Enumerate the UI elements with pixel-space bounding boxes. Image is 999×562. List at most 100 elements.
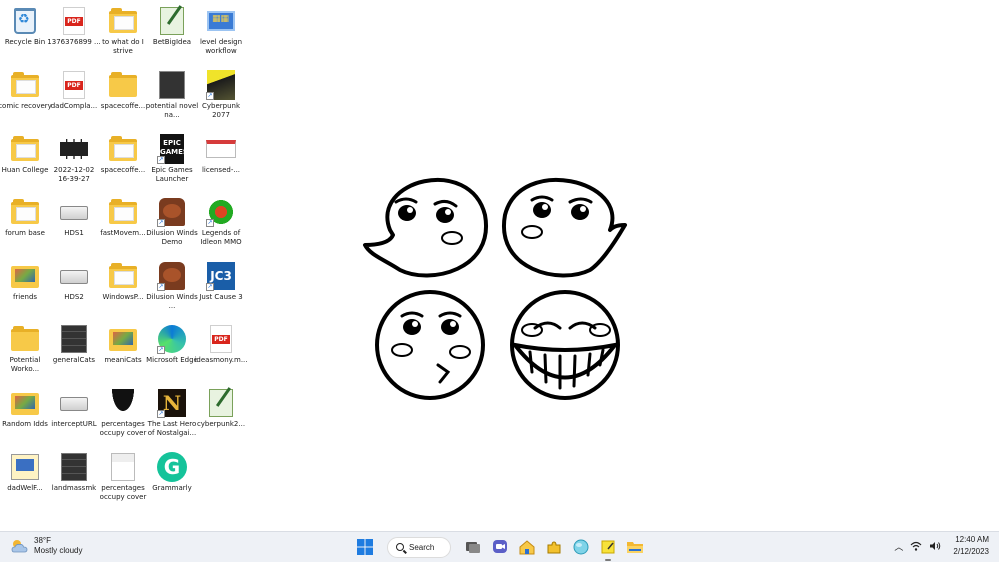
desktop-icon-meanicats[interactable]: meaniCats (98, 322, 148, 384)
desktop-icon-landmassmk[interactable]: landmassmk (49, 450, 99, 512)
desktop-icon-label: Microsoft Edge (146, 356, 198, 364)
folder-icon (109, 8, 137, 33)
desktop-icon-label: The Last Hero of Nostalgai... (147, 420, 197, 437)
desktop[interactable]: Recycle Bin comic recovery Huan College … (0, 0, 999, 531)
desktop-icon-dilusion-winds-demo[interactable]: ↗ Dilusion Winds Demo (146, 195, 198, 257)
desktop-icon-label: cyberpunk2... (196, 420, 246, 428)
desktop-icon-label: Grammarly (152, 484, 192, 492)
desktop-icon-comic-recovery[interactable]: comic recovery (0, 68, 52, 130)
desktop-icon-huan-college[interactable]: Huan College (0, 132, 50, 194)
desktop-icon-ideasmony[interactable]: ideasmony.m... (194, 322, 248, 384)
shortcut-arrow-icon: ↗ (206, 219, 214, 227)
cartoon-faces-image (363, 177, 627, 400)
desktop-icon-hds1[interactable]: HDS1 (49, 195, 99, 257)
windows-logo-icon (357, 539, 373, 555)
desktop-icon-potential-novel[interactable]: potential novel na... (145, 68, 199, 130)
desktop-icon-cyberpunk2[interactable]: cyberpunk2... (196, 386, 246, 448)
desktop-icon-label: dadWelF... (7, 484, 43, 492)
notepad-icon (209, 389, 233, 417)
desktop-icon-label: Cyberpunk 2077 (201, 102, 241, 119)
file-explorer-button[interactable] (624, 536, 646, 558)
sticky-notes-icon (601, 540, 615, 554)
folder-icon (109, 263, 137, 288)
desktop-icon-label: to what do I strive (102, 38, 144, 55)
app-icon (159, 71, 185, 99)
desktop-icon-label: HDS2 (64, 293, 84, 301)
desktop-icon-friends[interactable]: friends (0, 259, 50, 321)
inkscape-icon (109, 389, 137, 417)
desktop-icon-legends-of-idleon[interactable]: ↗ Legends of Idleon MMO (196, 195, 246, 257)
desktop-icon-label: meaniCats (104, 356, 142, 364)
chevron-up-icon[interactable]: ︿ (894, 540, 903, 553)
desktop-icon-generalcats[interactable]: generalCats (49, 322, 99, 384)
volume-icon[interactable] (929, 541, 941, 551)
desktop-icon-label: Potential Worko... (9, 356, 41, 373)
desktop-icon-just-cause-3[interactable]: JC3 ↗ Just Cause 3 (196, 259, 246, 321)
desktop-icon-intercepturl[interactable]: interceptURL (49, 386, 99, 448)
desktop-icon-licensed[interactable]: licensed-... (196, 132, 246, 194)
pdf-file-icon (63, 71, 85, 99)
folder-icon (11, 326, 39, 351)
desktop-icon-forum-base[interactable]: forum base (0, 195, 50, 257)
desktop-icon-label: 1376376899 ... (47, 38, 101, 46)
desktop-icon-microsoft-edge[interactable]: ↗ Microsoft Edge (146, 322, 198, 384)
desktop-icon-label: 2022-12-02 16-39-27 (53, 166, 95, 183)
desktop-icon-inkscape-percentages[interactable]: percentages occupy cover (98, 386, 148, 448)
desktop-icon-fastmovement[interactable]: fastMovem... (98, 195, 148, 257)
app-button-sticky-notes[interactable] (597, 536, 619, 561)
desktop-icon-dadwelf[interactable]: dadWelF... (0, 450, 50, 512)
app-button-home[interactable] (516, 536, 538, 558)
document-icon (111, 453, 135, 481)
desktop-icon-percentages-doc[interactable]: percentages occupy cover (98, 450, 148, 512)
desktop-icon-dadcompla[interactable]: dadCompla... (49, 68, 99, 130)
task-view-button[interactable] (462, 536, 484, 558)
desktop-icon-epic-games[interactable]: EPIC GAMES ↗ Epic Games Launcher (147, 132, 197, 194)
wifi-icon[interactable] (910, 541, 922, 551)
teams-chat-button[interactable] (489, 536, 511, 558)
desktop-icon-last-hero[interactable]: N ↗ The Last Hero of Nostalgai... (147, 386, 197, 448)
desktop-icon-label: landmassmk (51, 484, 97, 492)
desktop-icon-label: Legends of Idleon MMO (200, 229, 242, 246)
folder-icon (109, 72, 137, 97)
desktop-icon-label: spacecoffe... (100, 102, 146, 110)
desktop-icon-label: dadCompla... (50, 102, 98, 110)
desktop-icon-level-design-workflow[interactable]: level design workflow (196, 4, 246, 66)
desktop-icon-label: Dilusion Winds Demo (146, 229, 198, 246)
desktop-icon-cyberpunk-2077[interactable]: ↗ Cyberpunk 2077 (196, 68, 246, 130)
desktop-icon-recycle-bin[interactable]: Recycle Bin (0, 4, 50, 66)
desktop-icon-hds2[interactable]: HDS2 (49, 259, 99, 321)
desktop-icon-label: Huan College (1, 166, 49, 174)
weather-widget[interactable]: 38°F Mostly cloudy (10, 536, 82, 556)
desktop-icon-video-2022[interactable]: 2022-12-02 16-39-27 (49, 132, 99, 194)
app-button-puzzle[interactable] (543, 536, 565, 558)
task-view-icon (466, 542, 480, 553)
desktop-icon-label: licensed-... (201, 166, 241, 174)
desktop-icon-spacecoffee-1[interactable]: spacecoffe... (98, 68, 148, 130)
taskbar-clock[interactable]: 12:40 AM 2/12/2023 (953, 534, 989, 558)
drive-icon (60, 206, 88, 220)
image-folder-icon (11, 393, 39, 415)
desktop-icon-dilusion-winds[interactable]: ↗ Dilusion Winds ... (146, 259, 198, 321)
chat-icon (493, 540, 507, 553)
desktop-icon-windowsp[interactable]: WindowsP... (98, 259, 148, 321)
home-folder-icon (519, 540, 535, 555)
desktop-icon-label: percentages occupy cover (99, 484, 147, 501)
desktop-icon-to-what-do-i-strive[interactable]: to what do I strive (98, 4, 148, 66)
desktop-icon-betbigidea[interactable]: BetBigIdea (147, 4, 197, 66)
drive-icon (60, 397, 88, 411)
desktop-icon-label: potential novel na... (145, 102, 199, 119)
taskbar-search-button[interactable]: Search (387, 536, 451, 558)
video-file-icon (60, 139, 88, 159)
shortcut-arrow-icon: ↗ (157, 346, 165, 354)
desktop-icon-spacecoffee-2[interactable]: spacecoffe... (98, 132, 148, 194)
app-button-browser[interactable] (570, 536, 592, 558)
desktop-icon-label: Recycle Bin (4, 38, 46, 46)
system-tray: ︿ 12:40 AM 2/12/2023 (894, 534, 989, 558)
desktop-icon-label: fastMovem... (100, 229, 146, 237)
taskbar-pinned-apps: Search (354, 536, 646, 561)
desktop-icon-potential-workouts[interactable]: Potential Worko... (0, 322, 50, 384)
start-button[interactable] (354, 536, 376, 558)
desktop-icon-pdf-1376[interactable]: 1376376899 ... (47, 4, 101, 66)
desktop-icon-grammarly[interactable]: G Grammarly (147, 450, 197, 512)
desktop-icon-random-idds[interactable]: Random Idds (0, 386, 50, 448)
